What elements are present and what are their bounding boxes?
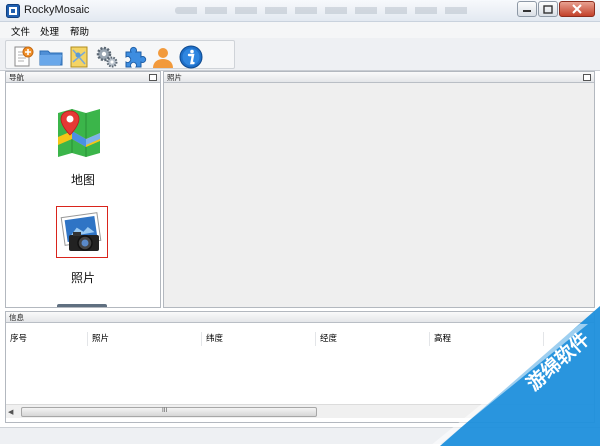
column-header-index[interactable]: 序号 xyxy=(6,332,88,346)
column-header-longitude[interactable]: 经度 xyxy=(316,332,430,346)
menu-bar: 文件 处理 帮助 xyxy=(0,22,600,38)
column-header-photo[interactable]: 照片 xyxy=(88,332,202,346)
info-icon[interactable] xyxy=(178,44,204,70)
nav-item-partial[interactable] xyxy=(57,304,107,307)
minimize-button[interactable] xyxy=(517,1,537,17)
nav-item-photo-selection xyxy=(56,206,108,258)
nav-item-map-label: 地图 xyxy=(70,173,95,187)
maximize-button[interactable] xyxy=(538,1,558,17)
navigation-panel-header: 导航 xyxy=(6,72,160,83)
photo-panel-float-button[interactable] xyxy=(583,74,591,81)
blurred-title-text xyxy=(175,7,475,14)
column-header-latitude[interactable]: 纬度 xyxy=(202,332,316,346)
map-file-icon[interactable] xyxy=(66,44,92,70)
toolbar-group xyxy=(5,40,235,69)
navigation-panel: 导航 地图 照片 xyxy=(5,71,161,308)
scroll-left-arrow-icon[interactable]: ◀ xyxy=(8,408,16,416)
open-folder-icon[interactable] xyxy=(38,44,64,70)
toolbar xyxy=(0,38,600,71)
minimize-icon xyxy=(523,10,531,12)
photo-panel-header: 照片 xyxy=(164,72,594,83)
camera-photo-icon xyxy=(60,212,102,251)
new-project-icon[interactable] xyxy=(10,44,36,70)
nav-item-photo-label: 照片 xyxy=(70,271,95,285)
maximize-icon xyxy=(543,4,553,14)
navigation-panel-title: 导航 xyxy=(9,73,24,82)
menu-file[interactable]: 文件 xyxy=(11,23,30,39)
menu-process[interactable]: 处理 xyxy=(40,23,59,39)
watermark-band xyxy=(430,306,600,446)
photo-panel: 照片 xyxy=(163,71,595,308)
info-panel-title: 信息 xyxy=(9,313,24,322)
nav-item-photo[interactable]: 照片 xyxy=(6,206,160,296)
menu-help[interactable]: 帮助 xyxy=(70,23,89,39)
navigation-panel-float-button[interactable] xyxy=(149,74,157,81)
app-logo-icon xyxy=(6,4,20,18)
watermark: 游绵软件 xyxy=(430,296,600,446)
window-title: RockyMosaic xyxy=(24,4,90,16)
plugin-puzzle-icon[interactable] xyxy=(122,44,148,70)
map-icon xyxy=(58,109,100,157)
scrollbar-thumb[interactable]: III xyxy=(21,407,317,417)
close-button[interactable] xyxy=(559,1,595,17)
settings-gears-icon[interactable] xyxy=(94,44,120,70)
nav-item-map[interactable]: 地图 xyxy=(6,107,160,197)
user-icon[interactable] xyxy=(150,44,176,70)
close-icon xyxy=(572,4,582,14)
scrollbar-grip: III xyxy=(162,407,168,414)
title-bar: RockyMosaic xyxy=(0,0,600,22)
photo-panel-title: 照片 xyxy=(167,73,182,82)
